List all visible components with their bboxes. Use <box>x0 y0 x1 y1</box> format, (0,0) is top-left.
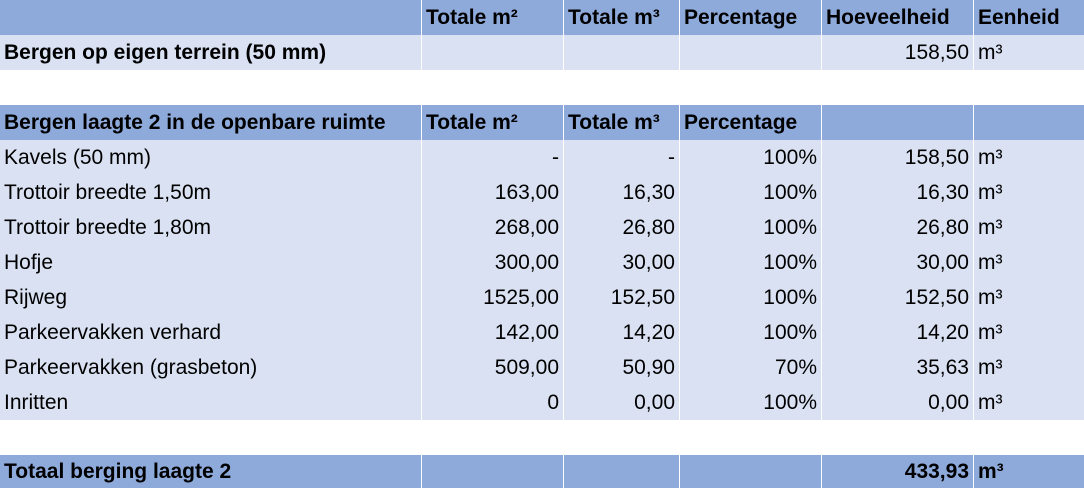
row-totale-m2[interactable]: 509,00 <box>422 350 564 385</box>
row-totale-m3[interactable]: 0,00 <box>564 385 680 420</box>
header-row: Totale m² Totale m³ Percentage Hoeveelhe… <box>0 0 1084 35</box>
row-totale-m2[interactable]: 0 <box>422 385 564 420</box>
row-eenheid[interactable]: m³ <box>974 140 1084 175</box>
row-totale-m2[interactable]: 300,00 <box>422 245 564 280</box>
row-hoeveelheid[interactable]: 35,63 <box>822 350 974 385</box>
section2-header-totale-m3[interactable]: Totale m³ <box>564 105 680 140</box>
empty-cell[interactable] <box>680 35 822 70</box>
row-label[interactable]: Rijweg <box>0 280 422 315</box>
row-totale-m2[interactable]: 163,00 <box>422 175 564 210</box>
row-percentage[interactable]: 100% <box>680 315 822 350</box>
empty-cell[interactable] <box>422 455 564 488</box>
total-row: Totaal berging laagte 2 433,93 m³ <box>0 455 1084 488</box>
empty-cell[interactable] <box>564 455 680 488</box>
table-row: Hofje 300,00 30,00 100% 30,00 m³ <box>0 245 1084 280</box>
empty-cell[interactable] <box>974 105 1084 140</box>
total-hoeveelheid[interactable]: 433,93 <box>822 455 974 488</box>
header-cell-label[interactable] <box>0 0 422 35</box>
row-eenheid[interactable]: m³ <box>974 350 1084 385</box>
eigen-terrein-label[interactable]: Bergen op eigen terrein (50 mm) <box>0 35 422 70</box>
total-label[interactable]: Totaal berging laagte 2 <box>0 455 422 488</box>
row-hoeveelheid[interactable]: 158,50 <box>822 140 974 175</box>
row-label[interactable]: Hofje <box>0 245 422 280</box>
table-row: Trottoir breedte 1,80m 268,00 26,80 100%… <box>0 210 1084 245</box>
empty-cell[interactable] <box>564 35 680 70</box>
spreadsheet-table: Totale m² Totale m³ Percentage Hoeveelhe… <box>0 0 1084 488</box>
section2-header-label[interactable]: Bergen laagte 2 in de openbare ruimte <box>0 105 422 140</box>
eigen-terrein-row: Bergen op eigen terrein (50 mm) 158,50 m… <box>0 35 1084 70</box>
section2-header-percentage[interactable]: Percentage <box>680 105 822 140</box>
empty-cell[interactable] <box>422 35 564 70</box>
eigen-terrein-hoeveelheid[interactable]: 158,50 <box>822 35 974 70</box>
row-totale-m3[interactable]: 16,30 <box>564 175 680 210</box>
row-hoeveelheid[interactable]: 30,00 <box>822 245 974 280</box>
row-percentage[interactable]: 70% <box>680 350 822 385</box>
row-totale-m3[interactable]: 14,20 <box>564 315 680 350</box>
row-percentage[interactable]: 100% <box>680 140 822 175</box>
table-row: Inritten 0 0,00 100% 0,00 m³ <box>0 385 1084 420</box>
row-percentage[interactable]: 100% <box>680 280 822 315</box>
row-totale-m2[interactable]: - <box>422 140 564 175</box>
row-hoeveelheid[interactable]: 16,30 <box>822 175 974 210</box>
row-eenheid[interactable]: m³ <box>974 280 1084 315</box>
total-eenheid[interactable]: m³ <box>974 455 1084 488</box>
row-label[interactable]: Inritten <box>0 385 422 420</box>
row-hoeveelheid[interactable]: 14,20 <box>822 315 974 350</box>
row-percentage[interactable]: 100% <box>680 245 822 280</box>
row-eenheid[interactable]: m³ <box>974 245 1084 280</box>
eigen-terrein-eenheid[interactable]: m³ <box>974 35 1084 70</box>
table-row: Parkeervakken (grasbeton) 509,00 50,90 7… <box>0 350 1084 385</box>
row-percentage[interactable]: 100% <box>680 175 822 210</box>
table-row: Parkeervakken verhard 142,00 14,20 100% … <box>0 315 1084 350</box>
row-totale-m3[interactable]: 26,80 <box>564 210 680 245</box>
row-hoeveelheid[interactable]: 26,80 <box>822 210 974 245</box>
row-totale-m2[interactable]: 1525,00 <box>422 280 564 315</box>
section2-header-totale-m2[interactable]: Totale m² <box>422 105 564 140</box>
header-cell-eenheid[interactable]: Eenheid <box>974 0 1084 35</box>
row-totale-m2[interactable]: 142,00 <box>422 315 564 350</box>
row-percentage[interactable]: 100% <box>680 385 822 420</box>
empty-cell[interactable] <box>822 105 974 140</box>
row-totale-m3[interactable]: - <box>564 140 680 175</box>
row-totale-m3[interactable]: 50,90 <box>564 350 680 385</box>
row-percentage[interactable]: 100% <box>680 210 822 245</box>
row-totale-m3[interactable]: 30,00 <box>564 245 680 280</box>
row-hoeveelheid[interactable]: 0,00 <box>822 385 974 420</box>
header-cell-totale-m3[interactable]: Totale m³ <box>564 0 680 35</box>
row-eenheid[interactable]: m³ <box>974 210 1084 245</box>
row-label[interactable]: Trottoir breedte 1,80m <box>0 210 422 245</box>
table-row: Rijweg 1525,00 152,50 100% 152,50 m³ <box>0 280 1084 315</box>
header-cell-totale-m2[interactable]: Totale m² <box>422 0 564 35</box>
table-row: Trottoir breedte 1,50m 163,00 16,30 100%… <box>0 175 1084 210</box>
row-hoeveelheid[interactable]: 152,50 <box>822 280 974 315</box>
empty-cell[interactable] <box>680 455 822 488</box>
header-cell-hoeveelheid[interactable]: Hoeveelheid <box>822 0 974 35</box>
row-eenheid[interactable]: m³ <box>974 175 1084 210</box>
row-eenheid[interactable]: m³ <box>974 315 1084 350</box>
row-label[interactable]: Parkeervakken (grasbeton) <box>0 350 422 385</box>
row-label[interactable]: Kavels (50 mm) <box>0 140 422 175</box>
section2-header-row: Bergen laagte 2 in de openbare ruimte To… <box>0 105 1084 140</box>
table-row: Kavels (50 mm) - - 100% 158,50 m³ <box>0 140 1084 175</box>
row-label[interactable]: Parkeervakken verhard <box>0 315 422 350</box>
row-totale-m3[interactable]: 152,50 <box>564 280 680 315</box>
row-label[interactable]: Trottoir breedte 1,50m <box>0 175 422 210</box>
row-totale-m2[interactable]: 268,00 <box>422 210 564 245</box>
row-eenheid[interactable]: m³ <box>974 385 1084 420</box>
header-cell-percentage[interactable]: Percentage <box>680 0 822 35</box>
